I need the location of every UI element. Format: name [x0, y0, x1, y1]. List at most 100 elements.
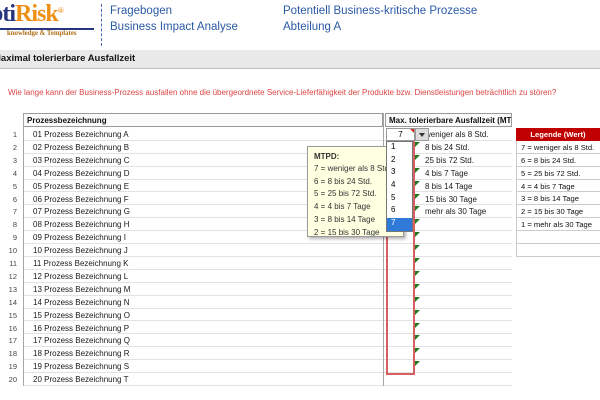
table-row: 303 Prozess Bezeichnung C25 bis 72 Std.	[0, 154, 512, 167]
row-number: 19	[0, 362, 17, 371]
row-number: 20	[0, 375, 17, 384]
row-number: 14	[0, 298, 17, 307]
comment-indicator-icon	[410, 129, 414, 133]
logo-tagline: knowledge & Templates	[7, 30, 77, 37]
row-number: 5	[0, 182, 17, 191]
logo-text-part2: Risk	[15, 1, 58, 27]
error-indicator-icon	[415, 335, 420, 340]
row-number: 16	[0, 324, 17, 333]
error-indicator-icon	[415, 348, 420, 353]
column-header-mtpd: Max. tolerierbare Ausfallzeit (MTPD)	[385, 113, 512, 127]
error-indicator-icon	[415, 310, 420, 315]
row-number: 9	[0, 233, 17, 242]
process-cell[interactable]: 20 Prozess Bezeichnung T	[23, 373, 383, 386]
mtpd-label-cell[interactable]	[417, 244, 512, 257]
process-cell[interactable]: 12 Prozess Bezeichnung L	[23, 270, 383, 283]
process-cell[interactable]: 16 Prozess Bezeichnung P	[23, 322, 383, 335]
mtpd-label-cell[interactable]	[417, 270, 512, 283]
row-number: 1	[0, 130, 17, 139]
mtpd-label-cell[interactable]: 15 bis 30 Tage	[417, 193, 512, 206]
process-cell[interactable]: 14 Prozess Bezeichnung N	[23, 296, 383, 309]
process-cell[interactable]: 10 Prozess Bezeichnung J	[23, 244, 383, 257]
table-row: 404 Prozess Bezeichnung D4 bis 7 Tage	[0, 167, 512, 180]
mtpd-label-cell[interactable]	[417, 309, 512, 322]
row-number: 6	[0, 195, 17, 204]
print-area-divider	[101, 4, 102, 46]
row-number: 3	[0, 156, 17, 165]
legend-column: Legende (Wert) 7 = weniger als 8 Std.6 =…	[516, 128, 600, 257]
dropdown-option[interactable]: 3	[387, 167, 412, 180]
legend-header: Legende (Wert)	[516, 128, 600, 141]
mtpd-label-cell[interactable]	[417, 296, 512, 309]
mtpd-label-cell[interactable]	[417, 231, 512, 244]
chevron-down-icon	[419, 133, 425, 137]
table-row: 1717 Prozess Bezeichnung Q	[0, 334, 512, 347]
row-number: 10	[0, 246, 17, 255]
row-number: 18	[0, 349, 17, 358]
table-row: 707 Prozess Bezeichnung Gmehr als 30 Tag…	[0, 205, 512, 218]
mtpd-label-cell[interactable]	[417, 218, 512, 231]
table-row: 10 10 Prozess Bezeichnung J	[0, 244, 512, 257]
process-cell[interactable]: 17 Prozess Bezeichnung Q	[23, 334, 383, 347]
process-cell[interactable]: 19 Prozess Bezeichnung S	[23, 360, 383, 373]
question-text: Wie lange kann der Business-Prozess ausf…	[8, 88, 556, 97]
dropdown-option[interactable]: 2	[387, 155, 412, 168]
error-indicator-icon	[415, 168, 420, 173]
process-cell[interactable]: 15 Prozess Bezeichnung O	[23, 309, 383, 322]
mtpd-label-cell[interactable]: mehr als 30 Tage	[417, 205, 512, 218]
mtpd-label-cell[interactable]: 8 bis 14 Tage	[417, 180, 512, 193]
dropdown-option[interactable]: 6	[387, 205, 412, 218]
mtpd-label-cell[interactable]: 8 bis 24 Std.	[417, 141, 512, 154]
error-indicator-icon	[415, 361, 420, 366]
mtpd-label-cell[interactable]	[417, 347, 512, 360]
process-cell[interactable]: 13 Prozess Bezeichnung M	[23, 283, 383, 296]
error-indicator-icon	[415, 219, 420, 224]
legend-entry: 7 = weniger als 8 Std.	[516, 141, 600, 154]
registered-trademark-icon: ®	[58, 6, 64, 15]
legend-empty-row	[516, 231, 600, 244]
mtpd-label-cell[interactable]	[417, 373, 512, 386]
dropdown-option[interactable]: 1	[387, 142, 412, 155]
table-row: 19 19 Prozess Bezeichnung S	[0, 360, 512, 373]
mtpd-label-cell[interactable]: 4 bis 7 Tage	[417, 167, 512, 180]
process-cell[interactable]: 18 Prozess Bezeichnung R	[23, 347, 383, 360]
table-row: 1212 Prozess Bezeichnung L	[0, 270, 512, 283]
error-indicator-icon	[415, 206, 420, 211]
mtpd-label-cell[interactable]	[417, 334, 512, 347]
dropdown-button[interactable]	[415, 128, 429, 141]
table-row: 20 20 Prozess Bezeichnung T	[0, 373, 512, 386]
table-row: 909 Prozess Bezeichnung I	[0, 231, 512, 244]
row-number: 4	[0, 169, 17, 178]
error-indicator-icon	[415, 142, 420, 147]
error-indicator-icon	[415, 245, 420, 250]
mtpd-label-cell[interactable]	[417, 283, 512, 296]
mtpd-label-cell[interactable]	[417, 322, 512, 335]
process-table: 1 01 Prozess Bezeichnung A weniger als 8 S…	[0, 128, 600, 386]
legend-entry: 4 = 4 bis 7 Tage	[516, 180, 600, 193]
row-number: 15	[0, 311, 17, 320]
row-number: 13	[0, 285, 17, 294]
mtpd-label-cell[interactable]: 25 bis 72 Std.	[417, 154, 512, 167]
section-bar: Maximal tolerierbare Ausfallzeit	[0, 50, 600, 69]
legend-entry: 6 = 8 bis 24 Std.	[516, 154, 600, 167]
error-indicator-icon	[415, 232, 420, 237]
doc-title-line2: Business Impact Analyse	[110, 21, 238, 33]
dropdown-option[interactable]: 4	[387, 180, 412, 193]
error-indicator-icon	[415, 258, 420, 263]
row-number: 8	[0, 220, 17, 229]
mtpd-label-cell[interactable]: weniger als 8 Std.	[417, 128, 512, 141]
legend-entry: 2 = 15 bis 30 Tage	[516, 205, 600, 218]
process-cell[interactable]: 11 Prozess Bezeichnung K	[23, 257, 383, 270]
mtpd-label-cell[interactable]	[417, 257, 512, 270]
error-indicator-icon	[415, 155, 420, 160]
dropdown-list[interactable]: 1234567	[386, 141, 413, 232]
dropdown-option[interactable]: 7	[387, 218, 412, 231]
error-indicator-icon	[415, 194, 420, 199]
table-row: 18 18 Prozess Bezeichnung R	[0, 347, 512, 360]
row-number: 2	[0, 143, 17, 152]
table-row: 505 Prozess Bezeichnung E8 bis 14 Tage	[0, 180, 512, 193]
dropdown-option[interactable]: 5	[387, 193, 412, 206]
table-row: 13 13 Prozess Bezeichnung M	[0, 283, 512, 296]
process-cell[interactable]: 01 Prozess Bezeichnung A	[23, 128, 383, 141]
mtpd-label-cell[interactable]	[417, 360, 512, 373]
